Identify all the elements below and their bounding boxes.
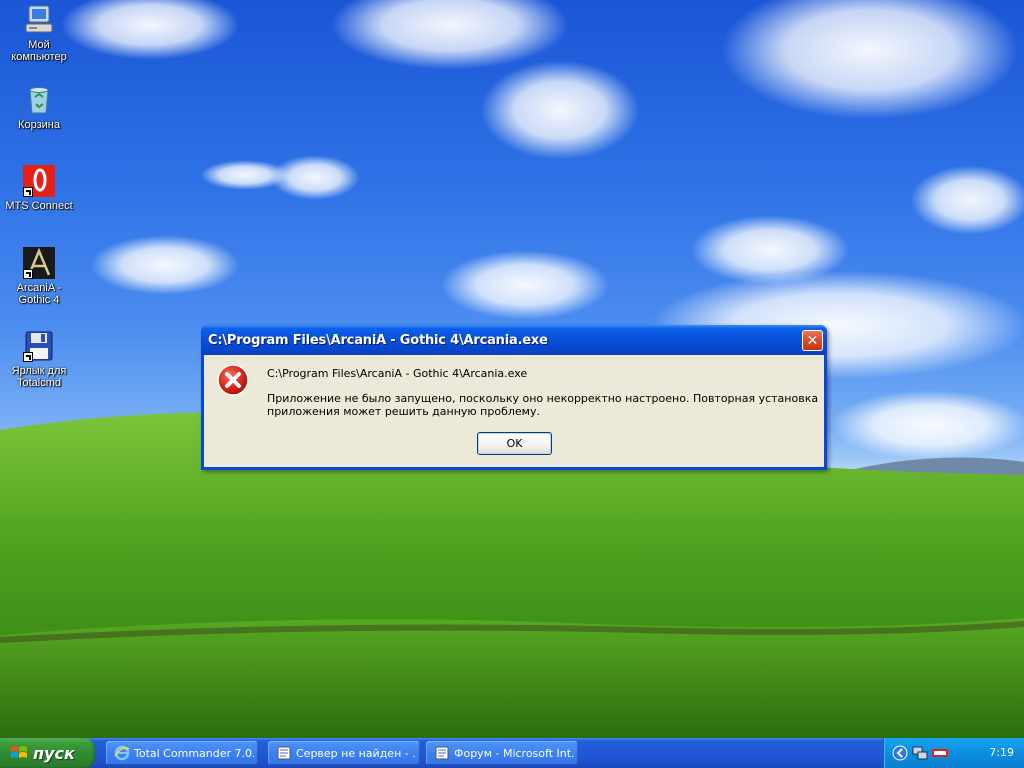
taskbar-item-server-not-found[interactable]: Сервер не найден - ... (268, 741, 420, 765)
shortcut-arrow-icon (23, 187, 33, 197)
dialog-body: C:\Program Files\ArcaniA - Gothic 4\Arca… (204, 355, 824, 467)
my-computer-icon (23, 4, 55, 36)
close-button[interactable]: ✕ (802, 330, 823, 351)
cloud (720, 0, 1020, 120)
taskbar-item-label: Total Commander 7.0... (134, 747, 254, 760)
cloud (270, 155, 360, 200)
error-icon (216, 363, 250, 397)
chevron-left-icon[interactable] (892, 745, 908, 761)
internet-explorer-icon (114, 745, 130, 761)
desktop-icon-label: Корзина (18, 119, 60, 131)
desktop-icon-label: ArcaniA - Gothic 4 (16, 282, 62, 306)
taskbar-item-total-commander[interactable]: Total Commander 7.0... (106, 741, 258, 765)
floppy-disk-icon (23, 330, 55, 362)
taskbar-item-label: Форум - Microsoft Int... (454, 747, 574, 760)
desktop-icon-recycle-bin[interactable]: Корзина (1, 84, 77, 131)
desktop: Мой компьютер Корзина MTS Connect Arcani… (0, 0, 1024, 738)
ok-button[interactable]: OK (477, 432, 552, 455)
dialog-path-text: C:\Program Files\ArcaniA - Gothic 4\Arca… (267, 367, 528, 380)
taskbar-item-label: Сервер не найден - ... (296, 747, 416, 760)
document-icon (277, 746, 291, 760)
taskbar-item-forum[interactable]: Форум - Microsoft Int... (426, 741, 578, 765)
cloud (910, 165, 1024, 235)
arcania-icon (23, 247, 55, 279)
network-icon[interactable] (912, 745, 928, 761)
cloud (440, 250, 610, 320)
recycle-bin-icon (23, 84, 55, 116)
cloud (60, 0, 240, 60)
desktop-icon-my-computer[interactable]: Мой компьютер (1, 4, 77, 63)
shortcut-arrow-icon (23, 269, 33, 279)
desktop-icon-label: Ярлык для Totalcmd (11, 365, 67, 389)
dialog-message: Приложение не было запущено, поскольку о… (267, 392, 819, 418)
start-button[interactable]: пуск (0, 738, 95, 768)
document-icon (435, 746, 449, 760)
desktop-icon-label: Мой компьютер (11, 39, 67, 63)
mts-tray-icon[interactable] (932, 745, 948, 761)
cloud (330, 0, 570, 70)
dialog-title: C:\Program Files\ArcaniA - Gothic 4\Arca… (208, 333, 548, 348)
cloud (480, 60, 640, 160)
mts-connect-icon (23, 165, 55, 197)
windows-flag-icon (11, 746, 27, 758)
start-button-label: пуск (33, 744, 75, 763)
close-icon: ✕ (806, 332, 819, 349)
dialog-titlebar[interactable]: C:\Program Files\ArcaniA - Gothic 4\Arca… (201, 325, 827, 355)
clock[interactable]: 7:19 (989, 746, 1014, 759)
desktop-icon-arcania[interactable]: ArcaniA - Gothic 4 (1, 247, 77, 306)
system-tray: 7:19 (883, 738, 1024, 768)
shortcut-arrow-icon (23, 352, 33, 362)
desktop-icon-label: MTS Connect (5, 200, 73, 212)
taskbar: пуск Total Commander 7.0... Сервер не на… (0, 738, 1024, 768)
desktop-icon-totalcmd[interactable]: Ярлык для Totalcmd (1, 330, 77, 389)
cloud (90, 235, 240, 295)
error-dialog: C:\Program Files\ArcaniA - Gothic 4\Arca… (201, 325, 827, 470)
desktop-icon-mts-connect[interactable]: MTS Connect (1, 165, 77, 212)
